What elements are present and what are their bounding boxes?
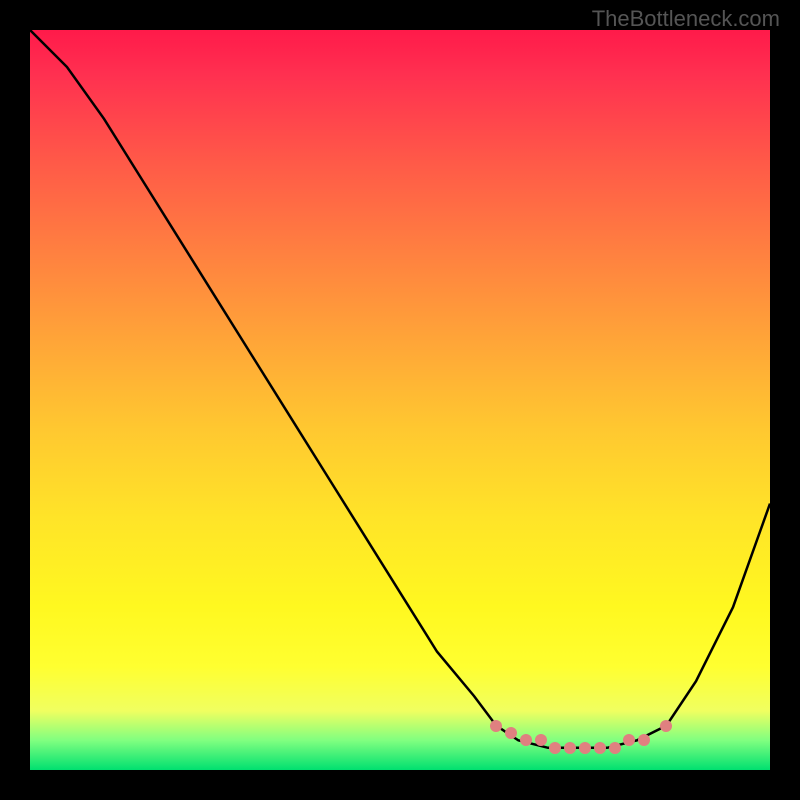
- optimal-dot: [535, 734, 547, 746]
- optimal-dot: [660, 720, 672, 732]
- optimal-dot: [564, 742, 576, 754]
- optimal-dot: [549, 742, 561, 754]
- optimal-dot: [638, 734, 650, 746]
- optimal-dot: [520, 734, 532, 746]
- optimal-dot: [505, 727, 517, 739]
- optimal-dot: [579, 742, 591, 754]
- chart-plot-area: [30, 30, 770, 770]
- optimal-range-dots: [30, 30, 770, 770]
- bottleneck-curve: [30, 30, 770, 770]
- optimal-dot: [623, 734, 635, 746]
- optimal-dot: [609, 742, 621, 754]
- optimal-dot: [490, 720, 502, 732]
- optimal-dot: [594, 742, 606, 754]
- watermark-text: TheBottleneck.com: [592, 6, 780, 32]
